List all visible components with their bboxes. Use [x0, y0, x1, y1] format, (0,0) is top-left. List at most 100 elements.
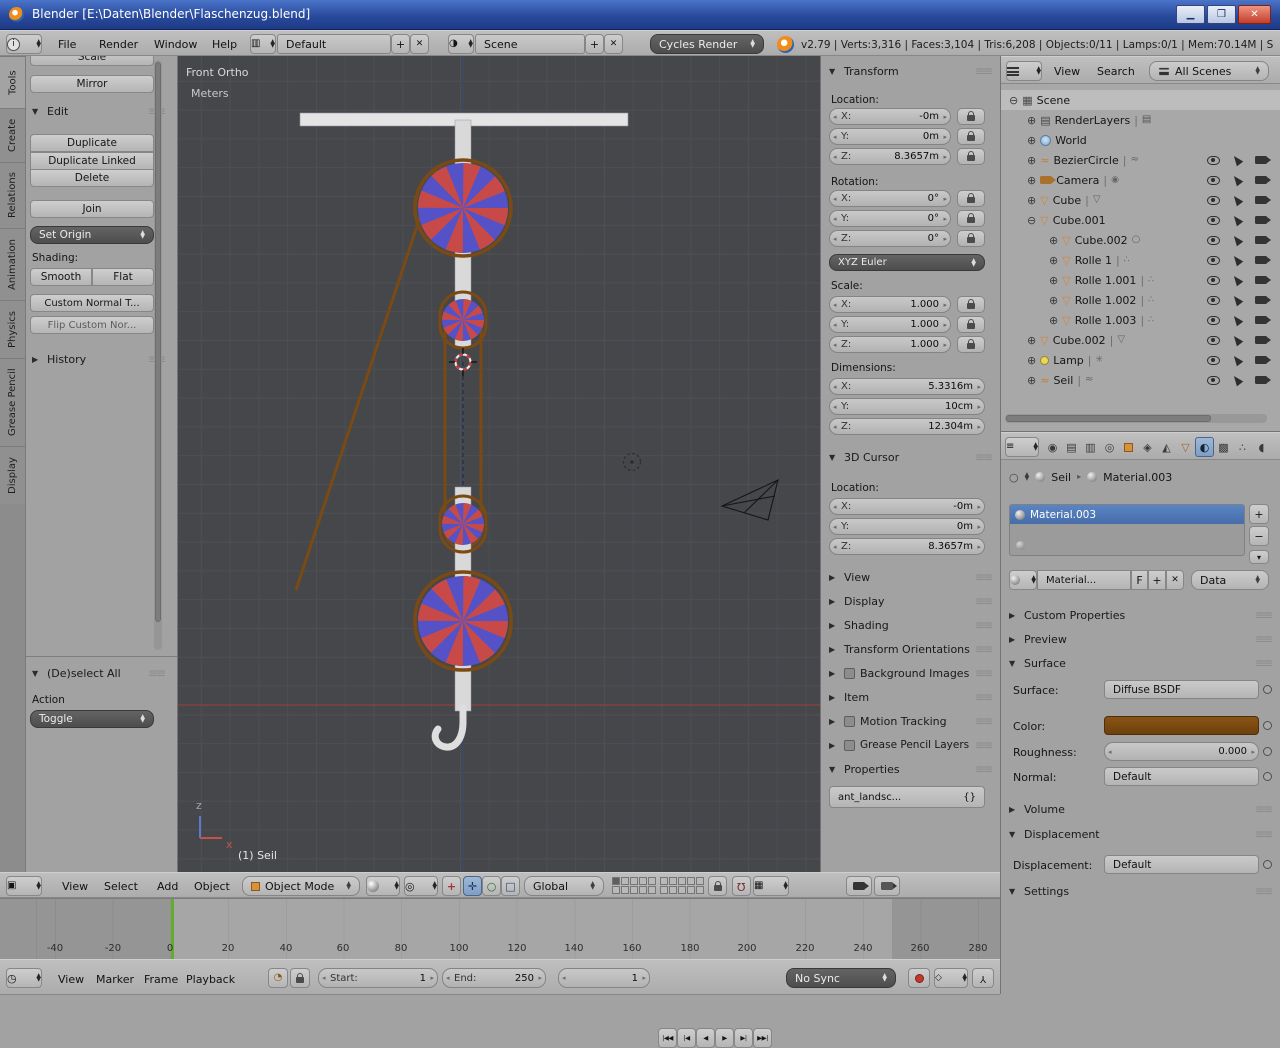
shading-panel-header[interactable]: ▶ Shading ≡≡: [829, 618, 993, 632]
pulley-upper-small[interactable]: [442, 299, 484, 341]
layer-toggle[interactable]: [696, 877, 704, 885]
breadcrumb-object[interactable]: Seil: [1051, 471, 1071, 484]
minimize-button[interactable]: ▁: [1176, 5, 1205, 24]
layer-toggle[interactable]: [669, 877, 677, 885]
layer-toggle[interactable]: [639, 886, 647, 894]
mirror-button[interactable]: Mirror: [30, 75, 154, 93]
lock-to-scene-button[interactable]: [708, 876, 727, 896]
panel-grip-icon[interactable]: ≡≡: [975, 594, 993, 608]
outliner-item-label[interactable]: Seil: [1053, 374, 1073, 387]
custom-properties-header[interactable]: ▶ Custom Properties ≡≡: [1009, 608, 1273, 622]
dimension-y-field[interactable]: Y:10cm: [829, 398, 985, 415]
delete-scene-button[interactable]: ✕: [604, 34, 623, 54]
layer-toggle[interactable]: [687, 877, 695, 885]
outliner-item-label[interactable]: Cube: [1053, 194, 1081, 207]
end-frame-field[interactable]: End:250: [442, 968, 546, 988]
preview-range-button[interactable]: ◔: [268, 968, 288, 988]
view-panel-header[interactable]: ▶ View ≡≡: [829, 570, 993, 584]
outliner-item-label[interactable]: RenderLayers: [1055, 114, 1131, 127]
visibility-toggle[interactable]: [1204, 372, 1222, 388]
lock-rotation-x-button[interactable]: [957, 190, 985, 207]
outliner-row-cube-002[interactable]: ⊕ ▽ Cube.002 | ▽: [1001, 330, 1280, 350]
screen-layout-browse-button[interactable]: ▥ ▲ ▼: [250, 34, 276, 54]
panel-grip-icon[interactable]: ≡≡: [1255, 632, 1273, 646]
menu-playback[interactable]: Playback: [186, 973, 235, 986]
tab-scene[interactable]: ▥: [1081, 437, 1100, 457]
lock-scale-x-button[interactable]: [957, 296, 985, 313]
panel-grip-icon[interactable]: ≡≡: [975, 690, 993, 704]
cursor-panel-header[interactable]: ▼ 3D Cursor ≡≡: [829, 450, 993, 464]
pulley-lower-small[interactable]: [442, 503, 484, 545]
outliner-row-rolle-1-001[interactable]: ⊕ ▽ Rolle 1.001 | ∴: [1001, 270, 1280, 290]
camera-object[interactable]: [720, 479, 779, 521]
transform-orientation-select[interactable]: Global ▲ ▼: [524, 876, 604, 896]
opengl-render-button[interactable]: [846, 876, 872, 896]
item-panel-header[interactable]: ▶ Item ≡≡: [829, 690, 993, 704]
displacement-header[interactable]: ▼ Displacement ≡≡: [1009, 827, 1273, 841]
outliner-item-label[interactable]: Cube.001: [1053, 214, 1106, 227]
panel-grip-icon[interactable]: ≡≡: [1255, 608, 1273, 622]
outliner-row-seil[interactable]: ⊕ ≈ Seil | ≈: [1001, 370, 1280, 390]
tab-particles[interactable]: ∴: [1233, 437, 1252, 457]
outliner-row-rolle-1-002[interactable]: ⊕ ▽ Rolle 1.002 | ∴: [1001, 290, 1280, 310]
tab-physics[interactable]: Physics: [0, 300, 25, 358]
panel-grip-icon[interactable]: ≡≡: [975, 738, 993, 752]
cursor-y-field[interactable]: Y:0m: [829, 518, 985, 535]
selectability-toggle[interactable]: [1228, 252, 1246, 268]
tab-data[interactable]: ▽: [1176, 437, 1195, 457]
scale-button[interactable]: Scale: [30, 56, 154, 66]
outliner-row-rolle-1-003[interactable]: ⊕ ▽ Rolle 1.003 | ∴: [1001, 310, 1280, 330]
panel-grip-icon[interactable]: ≡≡: [1255, 656, 1273, 670]
lock-rotation-z-button[interactable]: [957, 230, 985, 247]
visibility-toggle[interactable]: [1204, 292, 1222, 308]
panel-grip-icon[interactable]: ≡≡: [1255, 827, 1273, 841]
layer-toggle[interactable]: [678, 886, 686, 894]
menu-help[interactable]: Help: [212, 38, 237, 51]
duplicate-linked-button[interactable]: Duplicate Linked: [30, 152, 154, 170]
outliner-item-label[interactable]: Rolle 1.001: [1075, 274, 1137, 287]
editor-type-button[interactable]: ≡ ▲ ▼: [1005, 437, 1039, 457]
lock-scale-y-button[interactable]: [957, 316, 985, 333]
tab-grease-pencil[interactable]: Grease Pencil: [0, 358, 25, 446]
play-reverse-button[interactable]: ◀: [696, 1028, 715, 1048]
new-material-button[interactable]: +: [1148, 570, 1166, 590]
render-toggle[interactable]: [1252, 152, 1271, 168]
menu-add[interactable]: Add: [157, 880, 178, 893]
layer-toggle[interactable]: [621, 886, 629, 894]
outliner-row-camera[interactable]: ⊕ Camera | ◉: [1001, 170, 1280, 190]
visibility-toggle[interactable]: [1204, 312, 1222, 328]
expand-icon[interactable]: ⊕: [1027, 354, 1036, 367]
render-toggle[interactable]: [1252, 292, 1271, 308]
scene-browse-button[interactable]: ◑ ▲ ▼: [448, 34, 474, 54]
selectability-toggle[interactable]: [1228, 212, 1246, 228]
layer-toggles-group-1[interactable]: [612, 877, 656, 894]
layer-toggle[interactable]: [639, 877, 647, 885]
tool-shelf-scrollbar[interactable]: [154, 60, 162, 650]
scale-y-field[interactable]: Y:1.000: [829, 316, 951, 333]
snap-toggle-button[interactable]: Ω: [732, 876, 751, 896]
delete-button[interactable]: Delete: [30, 169, 154, 187]
render-toggle[interactable]: [1252, 232, 1271, 248]
outliner-row-beziercircle[interactable]: ⊕ ≈ BezierCircle | ≈: [1001, 150, 1280, 170]
shade-flat-button[interactable]: Flat: [92, 268, 154, 286]
viewport-shading-button[interactable]: ▲ ▼: [366, 876, 400, 896]
outliner-item-label[interactable]: Scene: [1037, 94, 1071, 107]
custom-property-field[interactable]: ant_landsc... {}: [829, 786, 985, 808]
redo-panel-header[interactable]: ▼ (De)select All ≡≡: [32, 666, 166, 680]
translate-manipulator-button[interactable]: ✛: [463, 876, 482, 896]
tab-tools[interactable]: Tools: [0, 56, 25, 108]
render-toggle[interactable]: [1252, 312, 1271, 328]
expand-icon[interactable]: ⊕: [1049, 254, 1058, 267]
lock-scale-z-button[interactable]: [957, 336, 985, 353]
expand-icon[interactable]: ⊕: [1027, 114, 1036, 127]
render-toggle[interactable]: [1252, 172, 1271, 188]
auto-keyframe-button[interactable]: [908, 968, 930, 988]
editor-type-button[interactable]: i ▲ ▼: [6, 34, 42, 54]
outliner-row-lamp[interactable]: ⊕ Lamp | ✳: [1001, 350, 1280, 370]
tab-relations[interactable]: Relations: [0, 162, 25, 228]
viewport-3d[interactable]: z x Front Ortho Meters (1) Seil: [178, 56, 820, 872]
location-y-field[interactable]: Y:0m: [829, 128, 951, 145]
outliner-row-cube[interactable]: ⊕ ▽ Cube | ▽: [1001, 190, 1280, 210]
visibility-toggle[interactable]: [1204, 352, 1222, 368]
lock-location-x-button[interactable]: [957, 108, 985, 125]
